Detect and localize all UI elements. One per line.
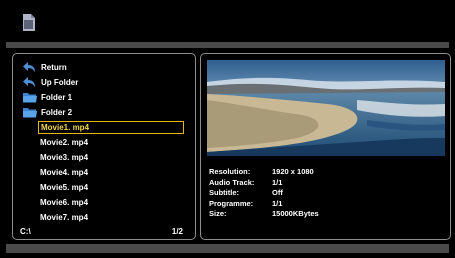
footer-bar [6, 244, 449, 253]
screen: Return Up Folder Folder 1 Folder 2 Movie1. m… [0, 0, 455, 258]
item-label: Movie7. mp4 [40, 213, 89, 222]
detail-row: Resolution: 1920 x 1080 [209, 167, 444, 178]
media-file-icon [23, 14, 35, 31]
file-browser-panel: Return Up Folder Folder 1 Folder 2 Movie1. m… [12, 53, 196, 240]
item-label: Movie1. mp4 [41, 123, 90, 132]
item-label: Movie2. mp4 [40, 138, 89, 147]
file-item[interactable]: Movie3. mp4 [13, 150, 195, 165]
preview-panel: Resolution: 1920 x 1080 Audio Track: 1/1 Sub… [200, 53, 451, 240]
detail-value: 15000KBytes [272, 209, 319, 218]
item-label: Folder 1 [41, 93, 73, 102]
detail-row: Programme: 1/1 [209, 199, 444, 210]
folder-item[interactable]: Folder 1 [13, 90, 195, 105]
item-label: Up Folder [41, 78, 79, 87]
header-bar [6, 6, 449, 42]
detail-row: Size: 15000KBytes [209, 209, 444, 220]
detail-key: Audio Track: [209, 177, 255, 187]
detail-value: 1/1 [272, 177, 283, 187]
return-arrow-icon [23, 62, 37, 73]
media-details: Resolution: 1920 x 1080 Audio Track: 1/1 Sub… [209, 167, 444, 220]
detail-key: Programme: [209, 198, 254, 208]
page-indicator: 1/2 [171, 227, 183, 236]
folder-icon [23, 92, 37, 103]
file-list: Return Up Folder Folder 1 Folder 2 Movie1. m… [13, 60, 195, 225]
item-label: Movie4. mp4 [40, 168, 89, 177]
return-arrow-icon [23, 77, 37, 88]
detail-value: 1920 x 1080 [272, 167, 314, 176]
detail-row: Audio Track: 1/1 [209, 178, 444, 189]
item-label: Movie6. mp4 [40, 198, 89, 207]
file-item[interactable]: Movie2. mp4 [13, 135, 195, 150]
video-thumbnail [207, 60, 445, 156]
file-item[interactable]: Movie6. mp4 [13, 195, 195, 210]
detail-key: Subtitle: [209, 188, 239, 197]
header-divider [6, 42, 449, 48]
item-label: Return [41, 63, 67, 72]
folder-icon [23, 107, 37, 118]
file-item[interactable]: Movie7. mp4 [13, 210, 195, 225]
detail-value: Off [272, 188, 283, 197]
item-label: Folder 2 [41, 108, 73, 117]
nav-item[interactable]: Up Folder [13, 75, 195, 90]
detail-row: Subtitle: Off [209, 188, 444, 199]
detail-key: Resolution: [209, 167, 251, 176]
current-path: C:\ [20, 227, 31, 236]
folder-item[interactable]: Folder 2 [13, 105, 195, 120]
detail-value: 1/1 [272, 198, 283, 208]
file-item-selected[interactable]: Movie1. mp4 [38, 121, 184, 134]
nav-item[interactable]: Return [13, 60, 195, 75]
item-label: Movie5. mp4 [40, 183, 89, 192]
item-label: Movie3. mp4 [40, 153, 89, 162]
file-item[interactable]: Movie4. mp4 [13, 165, 195, 180]
detail-key: Size: [209, 209, 227, 218]
file-item[interactable]: Movie5. mp4 [13, 180, 195, 195]
